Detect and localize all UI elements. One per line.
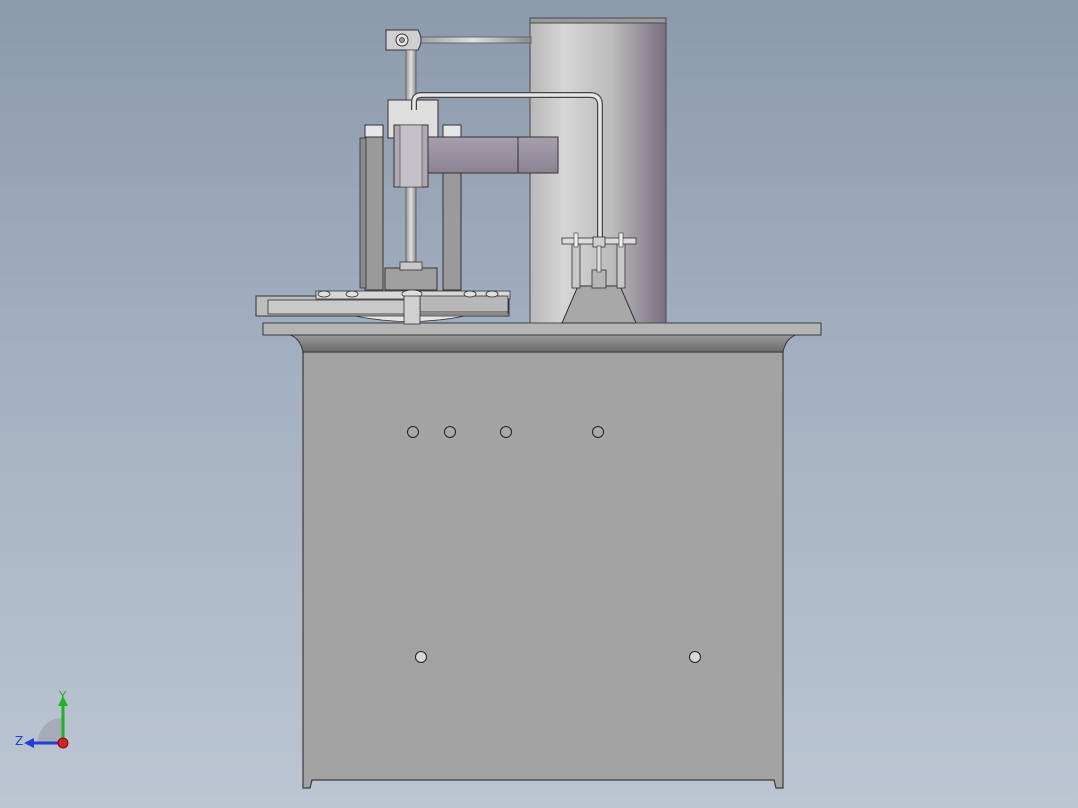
turntable-assembly [255, 289, 511, 325]
spindle-housing [384, 261, 438, 291]
clevis-link [385, 29, 532, 51]
x-axis-dot [57, 737, 69, 749]
cad-model-drawing [255, 17, 822, 789]
horizontal-arm [424, 136, 559, 174]
bearing-block [393, 124, 429, 188]
cabinet-body [302, 351, 784, 789]
z-axis-label: Z [15, 734, 23, 748]
z-axis-arrowhead [24, 738, 34, 748]
orientation-triad[interactable]: Y Z [10, 688, 80, 758]
triad-plane-indicator [37, 718, 62, 743]
nozzle-bracket [561, 232, 637, 324]
top-plate [262, 322, 822, 336]
y-axis-label: Y [58, 689, 67, 703]
top-plate-flange [289, 334, 797, 353]
cad-graphics-viewport[interactable]: Y Z [0, 0, 1078, 808]
